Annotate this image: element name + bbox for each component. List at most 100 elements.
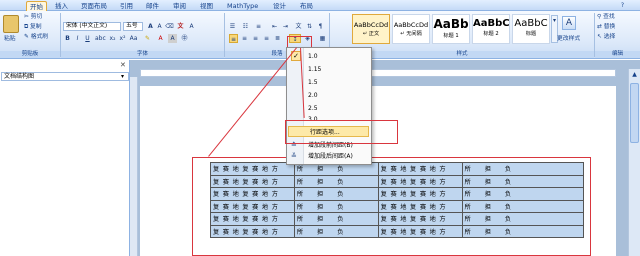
style-title[interactable]: AaBbC 标题 — [512, 14, 550, 44]
bullets-icon[interactable]: ☰ — [228, 22, 237, 31]
style-sample: AaBbCcDd — [393, 21, 429, 29]
line-spacing-menu: ✓ 1.0 1.15 1.5 2.0 2.5 3.0 行距选项... ≛ 增加段… — [286, 47, 372, 165]
paste-button-label[interactable]: 粘贴 — [4, 35, 16, 44]
style-name: ↵ 无间隔 — [400, 31, 422, 37]
select-icon: ↖ — [597, 34, 602, 40]
superscript-icon[interactable]: x² — [118, 34, 127, 43]
distributed-icon[interactable]: ≣ — [273, 34, 282, 43]
select-label: 选择 — [603, 34, 616, 40]
cut-button[interactable]: ✂ 剪切 — [24, 13, 42, 22]
copy-icon: ⧉ — [24, 24, 29, 30]
clipboard-group-label: 剪贴板 — [0, 51, 60, 58]
find-button[interactable]: ⚲ 查找 — [597, 13, 615, 22]
style-sample: AaBb — [433, 17, 469, 31]
align-left-icon[interactable]: ≡ — [229, 34, 238, 43]
borders-icon[interactable]: ▦ — [318, 34, 327, 43]
grow-font-icon[interactable]: A — [146, 22, 155, 31]
style-name: 标题 1 — [443, 33, 459, 39]
cut-label: 剪切 — [30, 14, 43, 20]
font-name-select[interactable]: 宋体 (中文正文) — [63, 22, 121, 31]
change-styles-label[interactable]: 更改样式 — [557, 35, 580, 44]
copy-label: 复制 — [29, 24, 42, 30]
change-styles-icon[interactable]: A — [562, 16, 576, 30]
add-space-after-item[interactable]: 增加段后间距(A) — [287, 151, 371, 162]
tab-references[interactable]: 引用 — [117, 1, 136, 11]
paste-icon[interactable] — [3, 15, 19, 33]
line-spacing-option[interactable]: 2.0 — [287, 90, 371, 101]
style-heading-2[interactable]: AaBbC 标题 2 — [472, 14, 510, 44]
clear-format-icon[interactable]: ⌫ — [165, 22, 174, 31]
font-size-select[interactable]: 五号 — [123, 22, 143, 31]
align-center-icon[interactable]: ≡ — [240, 34, 249, 43]
subscript-icon[interactable]: x₂ — [108, 34, 117, 43]
line-spacing-option[interactable]: 1.15 — [287, 64, 371, 75]
line-spacing-option[interactable]: 1.5 — [287, 77, 371, 88]
editing-group-label: 编辑 — [595, 51, 640, 58]
justify-icon[interactable]: ≡ — [262, 34, 271, 43]
italic-icon[interactable]: I — [73, 34, 82, 43]
font-color-icon[interactable]: A — [156, 34, 165, 43]
find-icon: ⚲ — [597, 14, 602, 20]
vertical-ruler — [130, 77, 138, 256]
increase-indent-icon[interactable]: ⇥ — [281, 22, 290, 31]
tab-design[interactable]: 设计 — [270, 1, 289, 11]
format-painter-label: 格式刷 — [30, 34, 49, 40]
highlight-icon[interactable]: ✎ — [143, 34, 152, 43]
options-highlight-box — [285, 120, 398, 144]
scroll-thumb[interactable] — [630, 83, 639, 143]
sort-icon[interactable]: ⇅ — [305, 22, 314, 31]
format-painter-button[interactable]: ✎ 格式刷 — [24, 33, 48, 42]
help-icon[interactable]: ? — [618, 1, 627, 10]
find-label: 查找 — [603, 14, 615, 20]
enclose-char-icon[interactable]: ㊥ — [180, 34, 189, 43]
strikethrough-icon[interactable]: abc — [95, 34, 106, 43]
style-no-spacing[interactable]: AaBbCcDd ↵ 无间隔 — [392, 14, 430, 44]
close-icon[interactable]: ✕ — [120, 61, 126, 69]
tab-mailings[interactable]: 邮件 — [143, 1, 162, 11]
char-border-icon[interactable]: A — [187, 22, 196, 31]
replace-icon: ⇄ — [597, 24, 602, 30]
tab-view[interactable]: 视图 — [197, 1, 216, 11]
select-button[interactable]: ↖ 选择 — [597, 33, 615, 42]
bold-icon[interactable]: B — [63, 34, 72, 43]
multilevel-list-icon[interactable]: ≡ — [254, 22, 263, 31]
tab-mathtype[interactable]: MathType — [224, 1, 261, 11]
style-name: 标题 2 — [483, 31, 499, 37]
style-heading-1[interactable]: AaBb 标题 1 — [432, 14, 470, 44]
phonetic-icon[interactable]: 文 — [176, 22, 185, 31]
line-spacing-option[interactable]: 2.5 — [287, 103, 371, 114]
nav-pane-dropdown-value: 文档结构图 — [4, 73, 35, 80]
change-case-icon[interactable]: Aa — [129, 34, 138, 43]
tab-review[interactable]: 审阅 — [170, 1, 189, 11]
table-highlight-box — [192, 157, 591, 256]
char-shading-icon[interactable]: A — [168, 34, 177, 43]
scissors-icon: ✂ — [24, 14, 29, 20]
tab-layout[interactable]: 布局 — [297, 1, 316, 11]
decrease-indent-icon[interactable]: ⇤ — [270, 22, 279, 31]
align-right-icon[interactable]: ≡ — [251, 34, 260, 43]
show-marks-icon[interactable]: ¶ — [316, 22, 325, 31]
horizontal-ruler[interactable] — [140, 69, 616, 77]
ribbon-tab-bar: 开始 插入 页面布局 引用 邮件 审阅 视图 MathType 设计 布局 ? — [0, 0, 640, 11]
tab-page-layout[interactable]: 页面布局 — [78, 1, 110, 11]
chinese-layout-icon[interactable]: 文 — [294, 22, 303, 31]
shrink-font-icon[interactable]: A — [155, 22, 164, 31]
style-sample: AaBbC — [473, 18, 509, 29]
replace-label: 替换 — [603, 24, 616, 30]
style-sample: AaBbCcDd — [353, 21, 389, 29]
tab-insert[interactable]: 插入 — [52, 1, 71, 11]
style-normal[interactable]: AaBbCcDd ↵ 正文 — [352, 14, 390, 44]
replace-button[interactable]: ⇄ 替换 — [597, 23, 615, 32]
vertical-scrollbar[interactable]: ▲ — [628, 69, 640, 256]
style-sample: AaBbC — [514, 18, 548, 29]
brush-icon: ✎ — [24, 34, 29, 40]
numbering-icon[interactable]: ☷ — [241, 22, 250, 31]
tab-home[interactable]: 开始 — [26, 1, 47, 11]
copy-button[interactable]: ⧉ 复制 — [24, 23, 42, 32]
font-group-label: 字体 — [61, 51, 224, 58]
chevron-down-icon: ▾ — [120, 73, 124, 80]
scroll-up-icon[interactable]: ▲ — [630, 71, 639, 80]
style-name: 标题 — [525, 31, 537, 37]
underline-icon[interactable]: U — [83, 34, 92, 43]
nav-pane-dropdown[interactable]: 文档结构图 ▾ — [1, 72, 129, 81]
